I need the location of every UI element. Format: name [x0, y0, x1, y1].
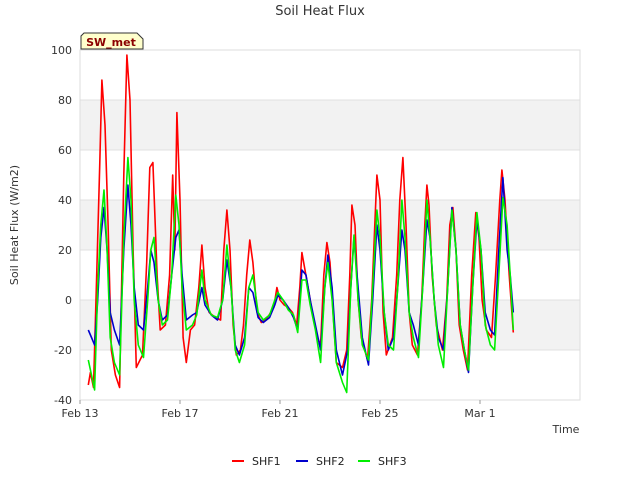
y-tick-label: -40: [54, 394, 72, 407]
y-axis-ticks: -40 -20 0 20 40 60 80 100: [51, 44, 72, 407]
y-axis-label: Soil Heat Flux (W/m2): [8, 165, 21, 285]
grid-band: [80, 300, 580, 350]
grid-band: [80, 100, 580, 150]
badge-label: SW_met: [86, 36, 136, 49]
x-tick-label: Feb 13: [62, 407, 99, 420]
x-tick-label: Mar 1: [464, 407, 495, 420]
y-tick-label: 80: [58, 94, 72, 107]
y-tick-label: 0: [65, 294, 72, 307]
legend: SHF1 SHF2 SHF3: [232, 455, 407, 468]
legend-label-shf2: SHF2: [316, 455, 345, 468]
y-tick-label: -20: [54, 344, 72, 357]
y-tick-label: 100: [51, 44, 72, 57]
x-axis-ticks: Feb 13 Feb 17 Feb 21 Feb 25 Mar 1: [62, 400, 496, 420]
x-tick-label: Feb 25: [362, 407, 399, 420]
y-tick-label: 40: [58, 194, 72, 207]
soil-heat-flux-chart: -40-20020406080100 Feb 13 Feb 17 Feb 21 Feb…: [8, 4, 581, 468]
legend-label-shf3: SHF3: [378, 455, 407, 468]
legend-label-shf1: SHF1: [252, 455, 281, 468]
x-tick-label: Feb 21: [262, 407, 299, 420]
y-tick-label: 20: [58, 244, 72, 257]
x-tick-label: Feb 17: [162, 407, 199, 420]
x-axis-label: Time: [552, 423, 580, 436]
site-badge: SW_met: [80, 32, 144, 50]
y-tick-label: 60: [58, 144, 72, 157]
chart-title: Soil Heat Flux: [275, 4, 365, 19]
